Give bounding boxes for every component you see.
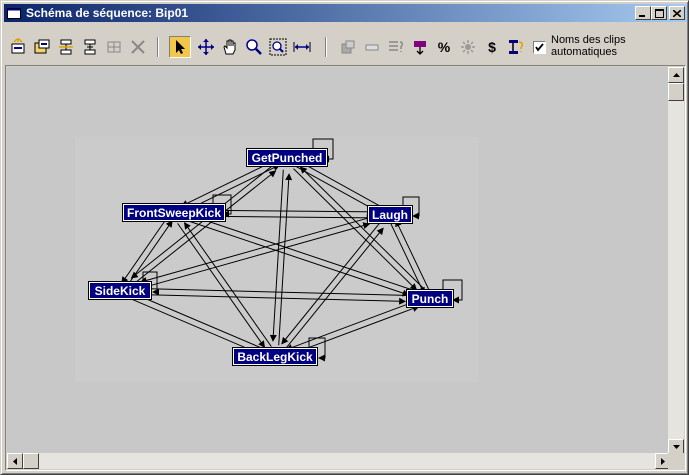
percent-label: % bbox=[437, 39, 451, 55]
insert-transition-icon[interactable] bbox=[55, 36, 77, 58]
zoom-region-icon[interactable] bbox=[267, 36, 289, 58]
left-arrow-icon bbox=[13, 457, 17, 465]
vertical-scroll-thumb[interactable] bbox=[668, 83, 684, 101]
transition-edge bbox=[143, 285, 412, 297]
minimize-icon bbox=[639, 14, 645, 17]
transition-edge bbox=[299, 166, 424, 289]
up-arrow-icon bbox=[672, 73, 680, 77]
title-bar[interactable]: Schéma de séquence: Bip01 bbox=[4, 4, 687, 22]
clip-node-punch[interactable]: Punch bbox=[406, 289, 454, 308]
transition-edge bbox=[281, 221, 382, 345]
arrow-select-icon[interactable] bbox=[169, 36, 191, 58]
zoom-icon[interactable] bbox=[243, 36, 265, 58]
horizontal-scroll-thumb[interactable] bbox=[23, 453, 39, 469]
scroll-up-button[interactable] bbox=[668, 67, 684, 83]
clip-node-sidekick[interactable]: SideKick bbox=[88, 281, 152, 300]
transition-edge bbox=[125, 220, 173, 289]
clip-node-backlegkick[interactable]: BackLegKick bbox=[232, 347, 318, 366]
start-flag-icon[interactable] bbox=[409, 36, 431, 58]
transition-edge bbox=[293, 168, 418, 291]
delete-icon[interactable] bbox=[127, 36, 149, 58]
grid-icon[interactable] bbox=[103, 36, 125, 58]
transition-edge bbox=[138, 293, 407, 305]
new-clip-icon[interactable] bbox=[7, 36, 29, 58]
blank-box-icon[interactable] bbox=[361, 36, 383, 58]
transition-edge bbox=[278, 173, 293, 346]
transition-edge bbox=[285, 299, 420, 351]
transition-edge bbox=[194, 215, 416, 292]
window-icon bbox=[6, 6, 22, 20]
compute-icon[interactable] bbox=[337, 36, 359, 58]
transition-edge bbox=[139, 216, 374, 284]
clip-node-getpunched[interactable]: GetPunched bbox=[246, 148, 328, 167]
insert-clip-icon[interactable] bbox=[31, 36, 53, 58]
transition-edge bbox=[188, 220, 410, 297]
transition-edge bbox=[389, 221, 425, 295]
transition-edge bbox=[127, 297, 263, 356]
randomize-icon[interactable] bbox=[457, 36, 479, 58]
script-icon[interactable] bbox=[505, 36, 527, 58]
down-arrow-icon bbox=[672, 445, 680, 449]
toolbar-separator bbox=[157, 37, 159, 57]
minimize-button[interactable] bbox=[635, 6, 651, 20]
toolbar: % $ Noms des clips automatiques bbox=[5, 33, 685, 61]
maximize-icon bbox=[654, 8, 664, 18]
maximize-button[interactable] bbox=[651, 6, 667, 20]
transition-edge bbox=[269, 169, 284, 342]
sequence-diagram-window: Schéma de séquence: Bip01 % $ Noms des c… bbox=[0, 0, 689, 475]
horizontal-scrollbar[interactable] bbox=[7, 453, 671, 469]
close-button[interactable] bbox=[669, 6, 685, 20]
transition-out-icon[interactable] bbox=[79, 36, 101, 58]
auto-clip-names-option[interactable]: Noms des clips automatiques bbox=[533, 34, 626, 58]
toolbar-separator bbox=[325, 37, 327, 57]
graph-viewport: GetPunched FrontSweepKick Laugh SideKick… bbox=[5, 65, 686, 471]
graph-canvas[interactable]: GetPunched FrontSweepKick Laugh SideKick… bbox=[7, 67, 671, 455]
scrollbar-corner bbox=[668, 453, 684, 469]
hand-pan-icon[interactable] bbox=[219, 36, 241, 58]
transition-edge bbox=[131, 170, 277, 286]
dollar-icon[interactable]: $ bbox=[481, 36, 503, 58]
transition-edges bbox=[121, 138, 463, 362]
dollar-label: $ bbox=[488, 39, 496, 55]
scroll-left-button[interactable] bbox=[7, 453, 23, 469]
properties-icon[interactable] bbox=[385, 36, 407, 58]
transition-edge bbox=[121, 215, 169, 284]
auto-clip-names-checkbox[interactable] bbox=[533, 41, 546, 54]
percent-icon[interactable]: % bbox=[433, 36, 455, 58]
close-icon bbox=[673, 9, 681, 17]
window-title: Schéma de séquence: Bip01 bbox=[26, 6, 189, 20]
right-arrow-icon bbox=[661, 457, 665, 465]
checkmark-icon bbox=[535, 43, 544, 52]
vertical-scrollbar[interactable] bbox=[668, 67, 684, 455]
move-icon[interactable] bbox=[195, 36, 217, 58]
transition-edge bbox=[183, 221, 272, 347]
clip-node-laugh[interactable]: Laugh bbox=[367, 205, 413, 224]
clip-node-frontsweepkick[interactable]: FrontSweepKick bbox=[122, 203, 226, 222]
transition-edge bbox=[395, 219, 431, 293]
zoom-extents-icon[interactable] bbox=[291, 36, 313, 58]
auto-clip-names-label: Noms des clips automatiques bbox=[551, 34, 626, 58]
